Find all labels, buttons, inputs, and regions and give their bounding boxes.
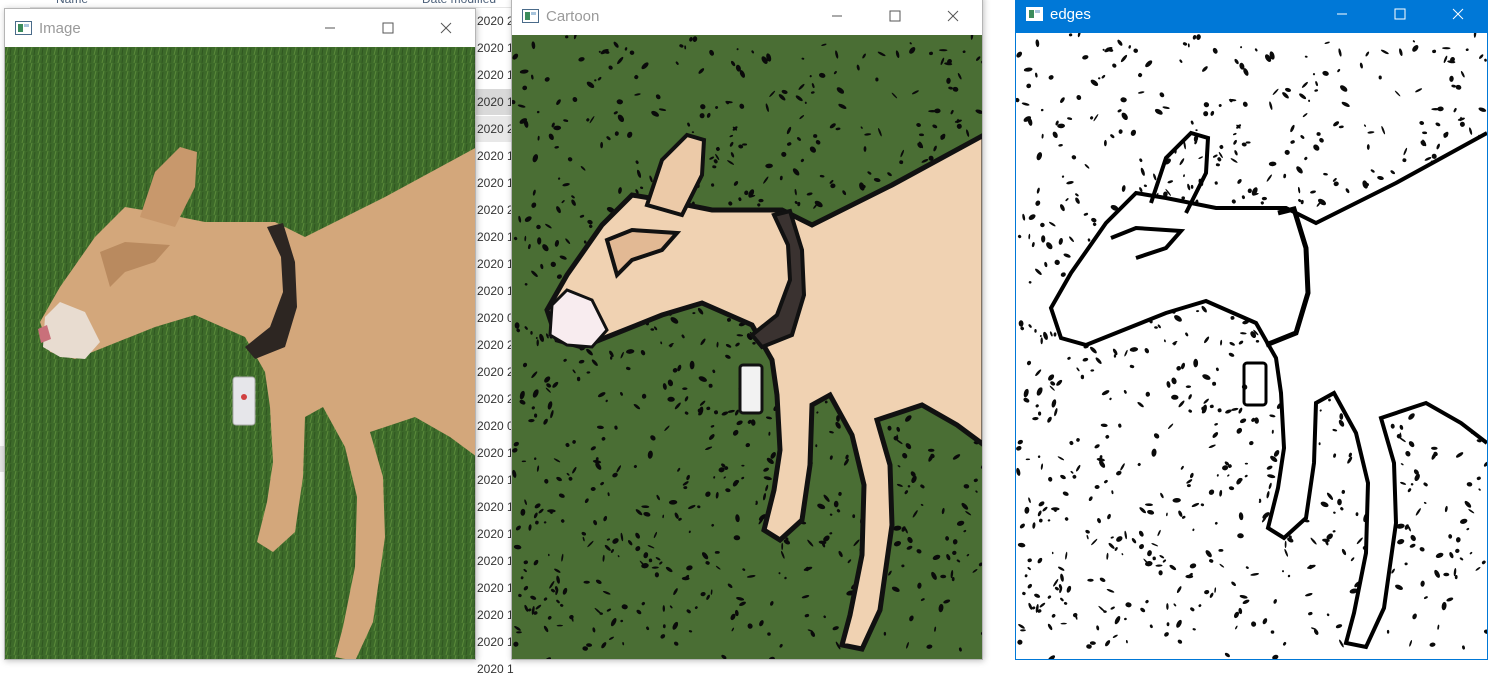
edge-map: [1016, 33, 1487, 659]
dog-tag: [738, 363, 764, 415]
minimize-button[interactable]: [301, 9, 359, 47]
close-button[interactable]: [924, 0, 982, 35]
minimize-icon: [832, 15, 842, 17]
minimize-button[interactable]: [1313, 0, 1371, 33]
window-title: edges: [1050, 5, 1091, 23]
speckle: [530, 330, 533, 335]
opencv-window-icon: [1026, 7, 1043, 21]
speckle: [833, 500, 839, 508]
title-bar[interactable]: Image: [5, 9, 475, 47]
tag-logo: [241, 394, 247, 400]
image-window[interactable]: Image: [4, 8, 476, 660]
window-title: Cartoon: [546, 7, 600, 25]
edges-canvas[interactable]: [1016, 33, 1487, 659]
window-title: Image: [39, 19, 81, 37]
cartoon-dog: [512, 35, 982, 659]
maximize-icon: [382, 22, 394, 34]
speckle: [1034, 328, 1037, 333]
close-button[interactable]: [417, 9, 475, 47]
speckle: [742, 143, 748, 146]
maximize-button[interactable]: [1371, 0, 1429, 33]
maximize-button[interactable]: [359, 9, 417, 47]
maximize-icon: [889, 10, 901, 22]
cartoon-canvas[interactable]: [512, 35, 982, 659]
minimize-icon: [1337, 13, 1347, 15]
opencv-window-icon: [15, 21, 32, 35]
dog-tag: [232, 376, 256, 426]
speckle: [1245, 141, 1251, 144]
speckle: [1337, 498, 1342, 506]
maximize-icon: [1394, 8, 1406, 20]
close-icon: [440, 22, 452, 34]
speckle: [1041, 235, 1046, 243]
image-canvas[interactable]: [5, 47, 475, 659]
title-bar[interactable]: Cartoon: [512, 0, 982, 35]
close-icon: [947, 10, 959, 22]
maximize-button[interactable]: [866, 0, 924, 35]
speckle: [537, 237, 542, 245]
opencv-window-icon: [522, 9, 539, 23]
edges-window[interactable]: edges: [1015, 0, 1488, 660]
dog-photo: [5, 47, 475, 659]
close-icon: [1452, 8, 1464, 20]
minimize-button[interactable]: [808, 0, 866, 35]
minimize-icon: [325, 27, 335, 29]
title-bar[interactable]: edges: [1016, 0, 1487, 33]
close-button[interactable]: [1429, 0, 1487, 33]
cartoon-window[interactable]: Cartoon: [511, 0, 983, 660]
